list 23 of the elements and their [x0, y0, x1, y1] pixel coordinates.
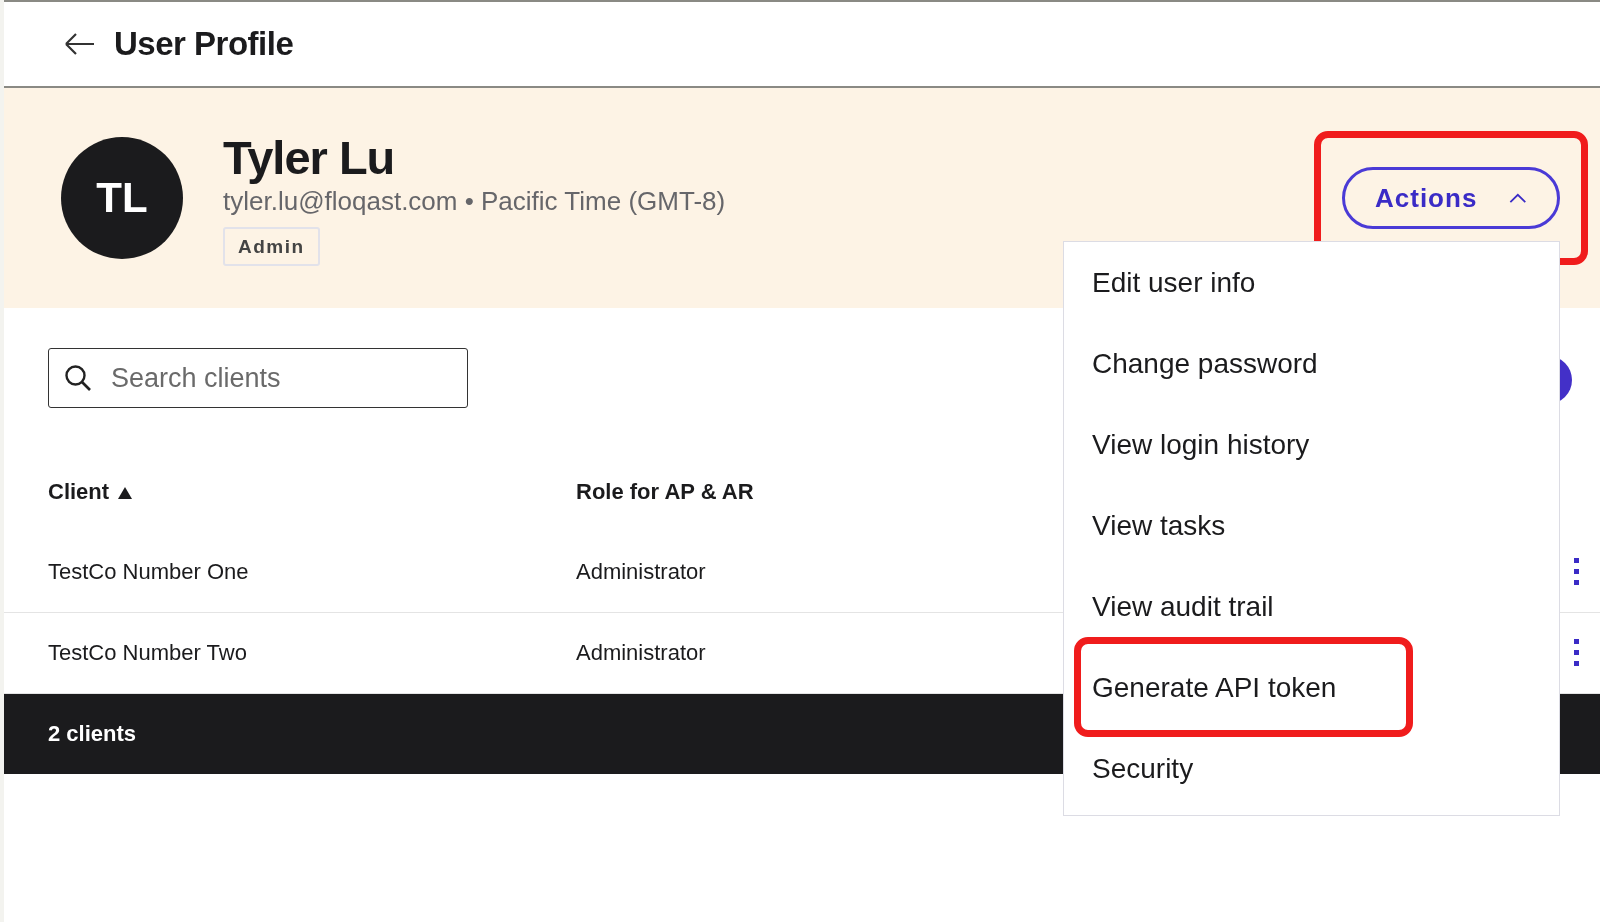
- menu-item[interactable]: View tasks: [1064, 485, 1559, 566]
- user-name: Tyler Lu: [223, 130, 395, 186]
- search-field[interactable]: Search clients: [48, 348, 468, 408]
- more-icon[interactable]: [1574, 558, 1580, 586]
- avatar: TL: [61, 137, 183, 259]
- table-cell-text: Administrator: [576, 640, 707, 666]
- table-cell-text: TestCo Number One: [48, 559, 250, 585]
- table-cell-text: Administrator: [576, 559, 707, 585]
- menu-item[interactable]: Change password: [1064, 323, 1559, 404]
- column-header[interactable]: Client: [48, 479, 110, 505]
- table-cell-text: TestCo Number Two: [48, 640, 248, 666]
- menu-item[interactable]: View login history: [1064, 404, 1559, 485]
- more-icon[interactable]: [1574, 639, 1580, 667]
- role-badge: Admin: [223, 227, 320, 266]
- back-arrow-icon: [64, 32, 96, 56]
- actions-button[interactable]: Actions: [1342, 167, 1560, 229]
- menu-item[interactable]: View audit trail: [1064, 566, 1559, 647]
- column-header[interactable]: Role for AP & AR: [576, 479, 754, 505]
- user-details: tyler.lu@floqast.com • Pacific Time (GMT-8): [223, 186, 726, 217]
- menu-item[interactable]: Edit user info: [1064, 242, 1559, 323]
- back-button[interactable]: [64, 32, 96, 56]
- page-title: User Profile: [114, 25, 294, 63]
- search-icon: [64, 364, 92, 392]
